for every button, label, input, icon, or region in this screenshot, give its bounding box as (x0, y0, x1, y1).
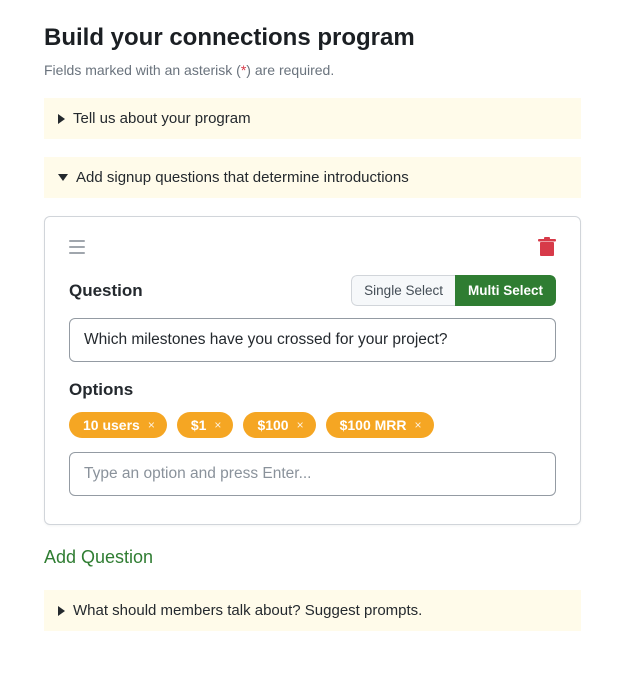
question-card: Question Single Select Multi Select Opti… (44, 216, 581, 525)
options-chip-list: 10 users × $1 × $100 × $100 MRR × (69, 412, 556, 438)
chevron-right-icon (58, 606, 65, 616)
section-label: Tell us about your program (73, 110, 251, 127)
remove-option-icon[interactable]: × (297, 418, 304, 432)
option-chip-label: $100 (257, 417, 288, 433)
question-input[interactable] (69, 318, 556, 362)
section-toggle-prompts[interactable]: What should members talk about? Suggest … (44, 590, 581, 631)
section-toggle-about[interactable]: Tell us about your program (44, 98, 581, 139)
add-question-button[interactable]: Add Question (44, 547, 153, 568)
drag-handle-icon[interactable] (69, 240, 85, 254)
option-input[interactable] (69, 452, 556, 496)
chevron-down-icon (58, 174, 68, 181)
section-label: What should members talk about? Suggest … (73, 602, 422, 619)
select-type-group: Single Select Multi Select (351, 275, 556, 306)
option-chip-label: $1 (191, 417, 207, 433)
page-title: Build your connections program (44, 24, 581, 52)
question-label: Question (69, 281, 143, 301)
options-label: Options (69, 380, 556, 400)
remove-option-icon[interactable]: × (214, 418, 221, 432)
section-label: Add signup questions that determine intr… (76, 169, 409, 186)
option-chip: $1 × (177, 412, 234, 438)
chevron-right-icon (58, 114, 65, 124)
option-chip: $100 MRR × (326, 412, 434, 438)
delete-question-button[interactable] (538, 237, 556, 257)
section-toggle-signup[interactable]: Add signup questions that determine intr… (44, 157, 581, 198)
option-chip-label: 10 users (83, 417, 140, 433)
remove-option-icon[interactable]: × (415, 418, 422, 432)
multi-select-button[interactable]: Multi Select (455, 275, 556, 306)
remove-option-icon[interactable]: × (148, 418, 155, 432)
option-chip-label: $100 MRR (340, 417, 407, 433)
required-hint: Fields marked with an asterisk (*) are r… (44, 62, 581, 78)
option-chip: $100 × (243, 412, 315, 438)
single-select-button[interactable]: Single Select (351, 275, 455, 306)
option-chip: 10 users × (69, 412, 167, 438)
